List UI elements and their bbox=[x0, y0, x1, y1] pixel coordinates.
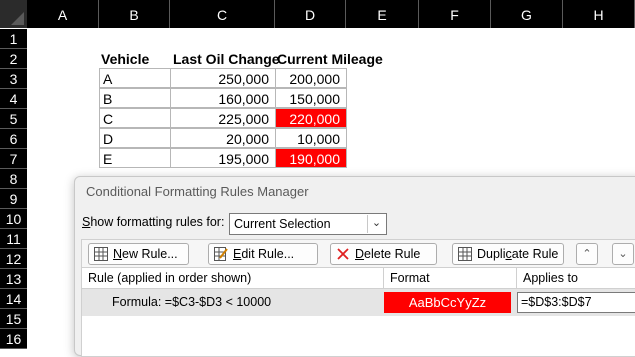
column-header-f[interactable]: F bbox=[419, 0, 491, 28]
duplicate-rule-label: ate Rule bbox=[511, 247, 559, 261]
header-current-mileage[interactable]: Current Mileage bbox=[277, 49, 387, 69]
rules-toolbar: New Rule... Edit Rule... Delete Rule Dup… bbox=[81, 239, 635, 267]
row-header-12[interactable]: 12 bbox=[0, 249, 27, 269]
delete-rule-accesskey: D bbox=[355, 247, 365, 261]
chevron-down-icon[interactable]: ⌄ bbox=[367, 215, 385, 233]
column-header-a[interactable]: A bbox=[27, 0, 99, 28]
row-header-13[interactable]: 13 bbox=[0, 269, 27, 289]
row-header-1[interactable]: 1 bbox=[0, 29, 27, 49]
row-header-4[interactable]: 4 bbox=[0, 89, 27, 109]
rule-format-preview: AaBbCcYyZz bbox=[384, 292, 511, 313]
duplicate-rule-button[interactable]: Duplicate Rule bbox=[452, 243, 564, 265]
new-rule-button[interactable]: New Rule... bbox=[88, 243, 189, 265]
column-header-g[interactable]: G bbox=[491, 0, 563, 28]
cell-last-oil-change[interactable]: 250,000 bbox=[170, 68, 276, 88]
new-rule-icon bbox=[94, 247, 108, 261]
cell-vehicle[interactable]: B bbox=[99, 88, 171, 108]
edit-rule-button[interactable]: Edit Rule... bbox=[208, 243, 318, 265]
row-header-3[interactable]: 3 bbox=[0, 69, 27, 89]
cell-vehicle[interactable]: C bbox=[99, 108, 171, 128]
show-rules-label: Show formatting rules for: bbox=[82, 215, 224, 229]
column-header-h[interactable]: H bbox=[563, 0, 635, 28]
column-header-b[interactable]: B bbox=[99, 0, 170, 28]
duplicate-rule-icon bbox=[458, 247, 472, 261]
cell-last-oil-change[interactable]: 225,000 bbox=[170, 108, 276, 128]
cell-vehicle[interactable]: A bbox=[99, 68, 171, 88]
cell-current-mileage-highlighted[interactable]: 220,000 bbox=[275, 108, 347, 128]
row-header-7[interactable]: 7 bbox=[0, 149, 27, 169]
new-rule-label: ew Rule... bbox=[122, 247, 178, 261]
chevron-up-icon: ⌃ bbox=[582, 248, 592, 260]
cell-vehicle[interactable]: E bbox=[99, 148, 171, 168]
row-header-2[interactable]: 2 bbox=[0, 49, 27, 69]
delete-rule-button[interactable]: Delete Rule bbox=[330, 243, 437, 265]
show-rules-label-text: how formatting rules for: bbox=[90, 215, 225, 229]
row-header-14[interactable]: 14 bbox=[0, 289, 27, 309]
duplicate-rule-label-start: Dupli bbox=[477, 247, 506, 261]
column-header-applies-to[interactable]: Applies to bbox=[517, 268, 635, 289]
row-header-16[interactable]: 16 bbox=[0, 329, 27, 349]
edit-rule-icon bbox=[214, 247, 228, 261]
edit-rule-label: dit Rule... bbox=[241, 247, 295, 261]
row-header-5[interactable]: 5 bbox=[0, 109, 27, 129]
show-rules-select[interactable]: Current Selection ⌄ bbox=[229, 213, 387, 235]
cell-current-mileage[interactable]: 150,000 bbox=[275, 88, 347, 108]
rule-row[interactable]: Formula: =$C3-$D3 < 10000 AaBbCcYyZz =$D… bbox=[82, 289, 635, 316]
column-header-c[interactable]: C bbox=[170, 0, 275, 28]
cell-last-oil-change[interactable]: 195,000 bbox=[170, 148, 276, 168]
move-up-button[interactable]: ⌃ bbox=[576, 243, 598, 265]
column-header-format[interactable]: Format bbox=[384, 268, 517, 289]
rule-formula: Formula: =$C3-$D3 < 10000 bbox=[112, 295, 272, 309]
new-rule-accesskey: N bbox=[113, 247, 123, 261]
cell-last-oil-change[interactable]: 160,000 bbox=[170, 88, 276, 108]
header-vehicle[interactable]: Vehicle bbox=[101, 49, 170, 69]
column-header-e[interactable]: E bbox=[346, 0, 419, 28]
move-down-button[interactable]: ⌄ bbox=[612, 243, 634, 265]
delete-rule-label: elete Rule bbox=[364, 247, 421, 261]
column-header-d[interactable]: D bbox=[275, 0, 346, 28]
header-last-oil-change[interactable]: Last Oil Change bbox=[173, 49, 280, 69]
chevron-down-icon: ⌄ bbox=[618, 248, 628, 260]
row-header-9[interactable]: 9 bbox=[0, 189, 27, 209]
delete-icon bbox=[337, 248, 349, 260]
row-header-6[interactable]: 6 bbox=[0, 129, 27, 149]
cell-last-oil-change[interactable]: 20,000 bbox=[170, 128, 276, 148]
row-header-15[interactable]: 15 bbox=[0, 309, 27, 329]
row-header-11[interactable]: 11 bbox=[0, 229, 27, 249]
row-header-8[interactable]: 8 bbox=[0, 169, 27, 189]
conditional-formatting-dialog: Conditional Formatting Rules Manager Sho… bbox=[74, 176, 635, 357]
cell-current-mileage[interactable]: 10,000 bbox=[275, 128, 347, 148]
row-header-10[interactable]: 10 bbox=[0, 209, 27, 229]
applies-to-input[interactable]: =$D$3:$D$7 bbox=[517, 292, 635, 313]
column-header-rule[interactable]: Rule (applied in order shown) bbox=[82, 268, 384, 289]
select-all-corner[interactable] bbox=[0, 0, 27, 28]
show-rules-select-value: Current Selection bbox=[234, 217, 331, 231]
cell-vehicle[interactable]: D bbox=[99, 128, 171, 148]
dialog-title: Conditional Formatting Rules Manager bbox=[86, 184, 309, 199]
cell-current-mileage-highlighted[interactable]: 190,000 bbox=[275, 148, 347, 168]
cell-current-mileage[interactable]: 200,000 bbox=[275, 68, 347, 88]
